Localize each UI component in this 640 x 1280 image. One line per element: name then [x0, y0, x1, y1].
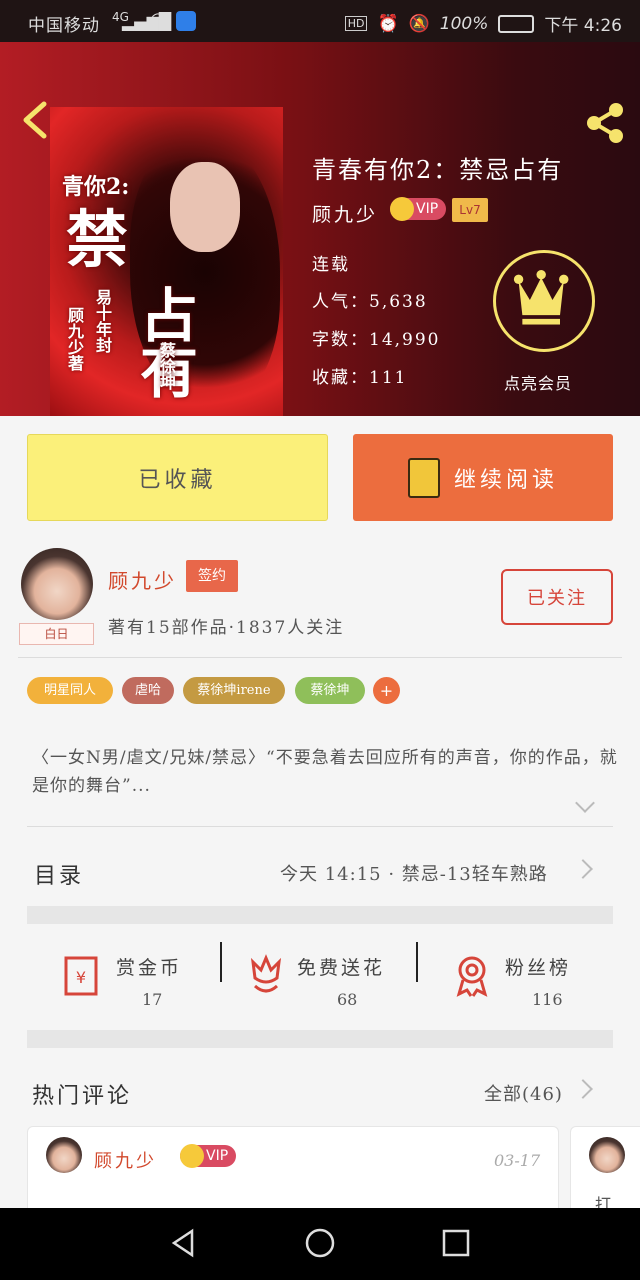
favorites-value: 111 [369, 368, 408, 388]
shield-icon [176, 11, 196, 31]
nav-recent-icon[interactable] [442, 1229, 470, 1257]
cover-col-3: 蔡徐坤 [157, 342, 176, 390]
book-header: 青你2: 禁 忌 占 有 易十年封 顾九少著 蔡徐坤 青春有你2：禁忌占有 顾九… [0, 42, 640, 416]
tag-item[interactable]: 虐哈 [122, 677, 174, 704]
flower-icon[interactable] [243, 952, 289, 998]
tag-item[interactable]: 蔡徐坤 [295, 677, 365, 704]
divider [220, 942, 222, 982]
favorites-label: 收藏： [312, 368, 369, 388]
book-author[interactable]: 顾九少 [312, 200, 378, 227]
stat-label: 粉丝榜 [505, 957, 572, 979]
share-icon[interactable] [582, 100, 628, 146]
commenter-avatar[interactable] [46, 1137, 82, 1173]
add-tag-button[interactable]: + [373, 677, 400, 704]
section-gap [27, 1030, 613, 1048]
book-cover[interactable]: 青你2: 禁 忌 占 有 易十年封 顾九少著 蔡徐坤 [50, 107, 283, 416]
level-badge: Lv7 [452, 198, 488, 222]
serial-status: 连载 [312, 255, 350, 275]
stat-label: 免费送花 [297, 957, 386, 979]
book-title: 青春有你2：禁忌占有 [312, 156, 564, 184]
tag-item[interactable]: 明星同人 [27, 677, 113, 704]
commenter-vip-badge: VIP [180, 1144, 237, 1168]
synopsis: 〈一女N男/虐文/兄妹/禁忌〉“不要急着去回应所有的声音，你的作品，就是你的舞台… [32, 748, 618, 796]
section-gap [27, 906, 613, 924]
stat-value: 17 [142, 990, 163, 1009]
wifi-icon: ◠ [150, 9, 166, 30]
divider [18, 657, 622, 658]
red-envelope-icon[interactable]: ¥ [58, 952, 104, 998]
stat-value: 116 [532, 990, 563, 1009]
battery-icon [498, 14, 535, 33]
tag-item[interactable]: 蔡徐坤irene [183, 677, 285, 704]
system-nav-bar [0, 1208, 640, 1280]
nav-back-icon[interactable] [168, 1228, 198, 1258]
all-comments-link[interactable]: 全部(46) [484, 1080, 563, 1106]
cover-col-2: 顾九少著 [65, 307, 84, 371]
cover-col-1: 易十年封 [93, 289, 112, 353]
divider [27, 826, 613, 827]
vip-badge: VIP [390, 197, 447, 221]
status-bar: 中国移动 4G ▂▄▆█ ◠ HD ⏰ 🔕 100% 下午 4:26 [0, 0, 640, 42]
follow-button[interactable]: 已关注 [501, 569, 613, 625]
popularity: 人气：5,638 [312, 287, 428, 312]
word-count: 字数：14,990 [312, 325, 440, 350]
comments-chevron-icon[interactable] [573, 1079, 593, 1099]
nav-home-icon[interactable] [304, 1227, 336, 1259]
sign-badge: 签约 [186, 560, 238, 592]
hd-icon: HD [344, 16, 368, 31]
favorited-button[interactable]: 已收藏 [27, 434, 328, 521]
comment-card[interactable]: 打 [570, 1126, 640, 1216]
author-name[interactable]: 顾九少 [108, 565, 177, 594]
battery-percent: 100% [439, 13, 489, 34]
catalog-title[interactable]: 目录 [34, 858, 84, 890]
continue-reading-label: 继续阅读 [453, 467, 558, 493]
comment-date: 03-17 [494, 1151, 541, 1170]
alarm-icon: ⏰ [377, 13, 399, 34]
divider [416, 942, 418, 982]
crown-icon [513, 269, 569, 325]
medal-icon[interactable] [449, 952, 495, 998]
cover-face [170, 162, 240, 252]
back-icon[interactable] [18, 100, 54, 140]
mute-icon: 🔕 [408, 13, 430, 34]
svg-text:¥: ¥ [76, 968, 86, 987]
word-count-value: 14,990 [369, 330, 441, 350]
commenter-avatar[interactable] [589, 1137, 625, 1173]
favorites: 收藏：111 [312, 363, 407, 388]
catalog-latest[interactable]: 今天 14:15 · 禁忌-13轻车熟路 [280, 860, 548, 886]
stat-value: 68 [337, 990, 358, 1009]
book-icon [407, 457, 440, 498]
avatar-tag: 白日 [19, 623, 94, 645]
carrier-label: 中国移动 [28, 16, 100, 36]
commenter-name[interactable]: 顾九少 [94, 1147, 157, 1173]
vip-member-button[interactable] [493, 250, 595, 352]
hot-comments-title: 热门评论 [32, 1084, 133, 1109]
author-avatar[interactable] [21, 548, 93, 620]
continue-reading-button[interactable]: 继续阅读 [353, 434, 613, 521]
popularity-label: 人气： [312, 292, 369, 312]
vip-member-label: 点亮会员 [504, 374, 573, 393]
popularity-value: 5,638 [369, 292, 428, 312]
clock: 下午 4:26 [544, 16, 622, 36]
favorited-label: 已收藏 [138, 467, 217, 493]
author-description: 著有15部作品·1837人关注 [108, 618, 345, 638]
stat-label: 赏金币 [116, 957, 183, 979]
word-count-label: 字数： [312, 330, 369, 350]
comment-card[interactable]: 顾九少 VIP 03-17 [27, 1126, 559, 1216]
catalog-chevron-icon[interactable] [573, 859, 593, 879]
